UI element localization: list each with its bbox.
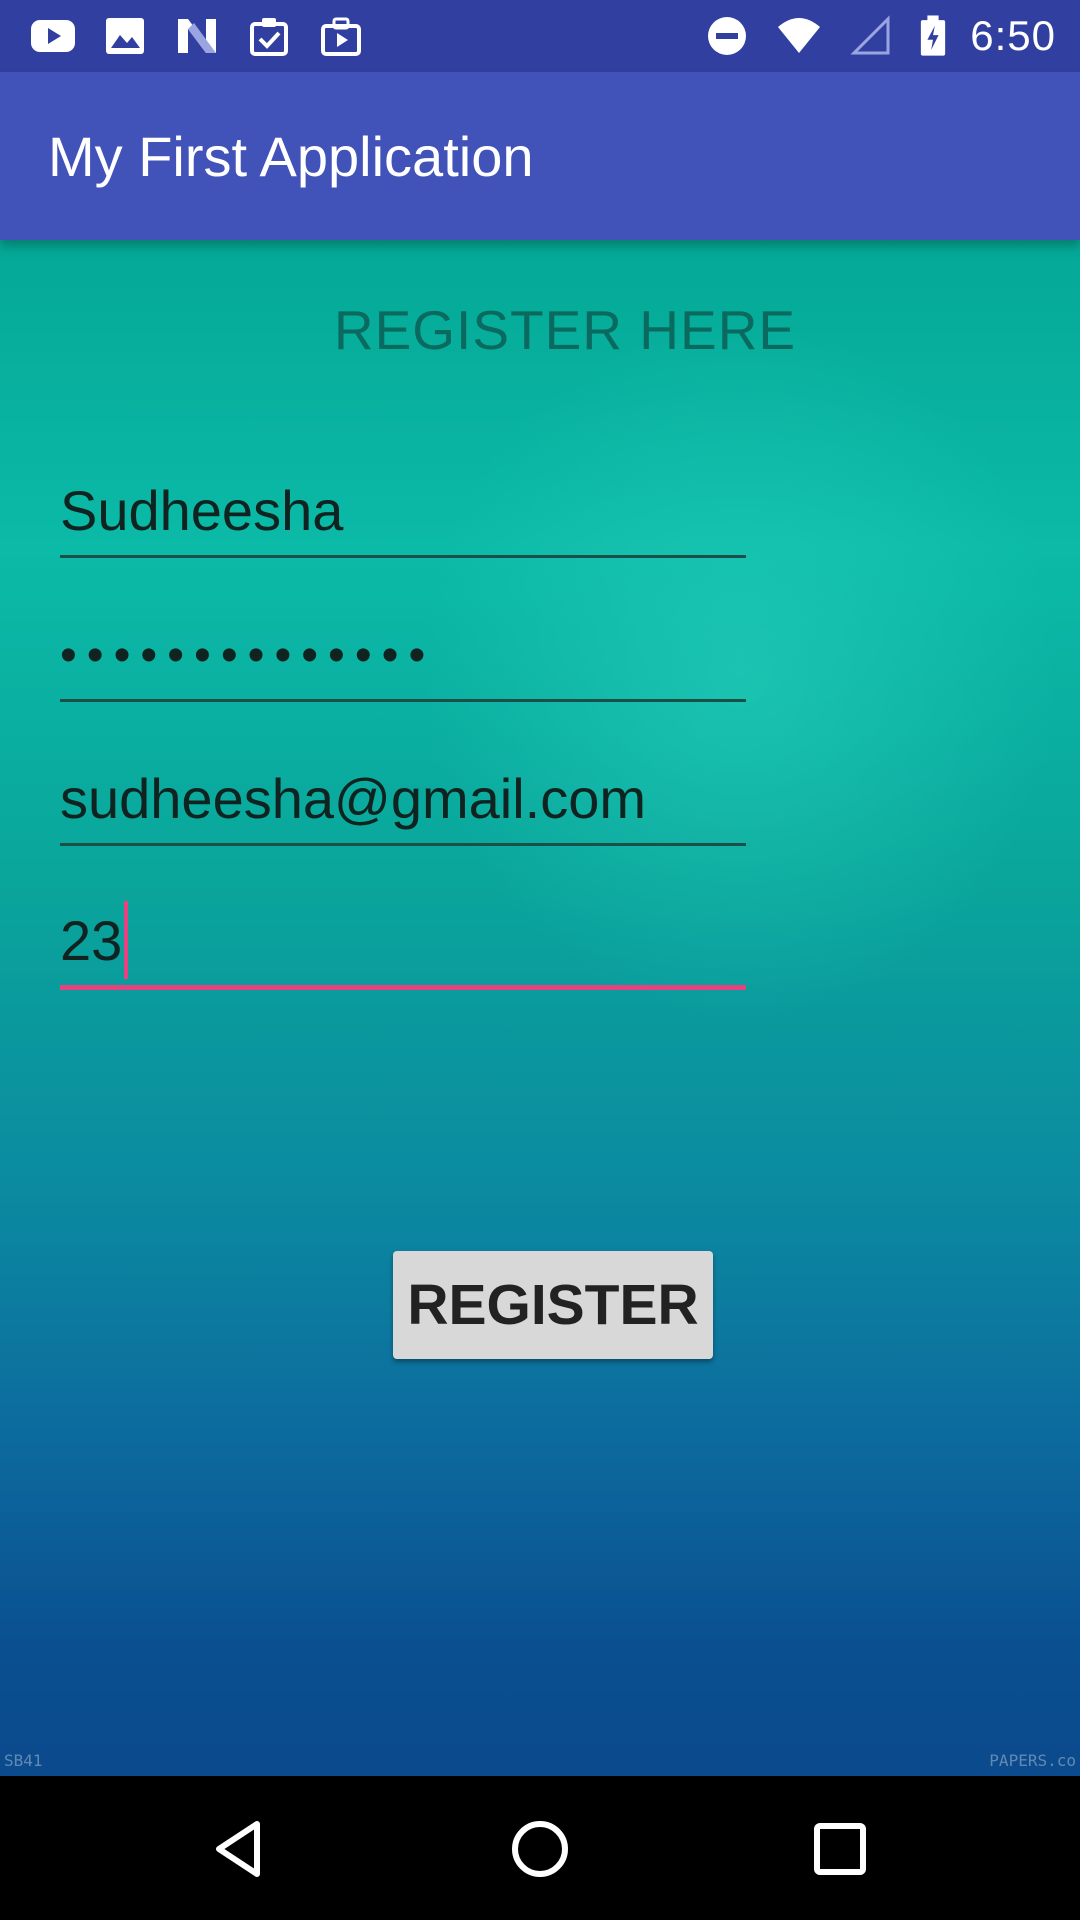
status-time: 6:50	[970, 12, 1056, 59]
register-screen: REGISTER HERE Sudheesha •••••••••••••• s…	[0, 240, 1080, 1776]
battery-charging-icon	[918, 14, 948, 58]
back-icon[interactable]	[205, 1814, 275, 1884]
username-field[interactable]: Sudheesha	[60, 468, 746, 558]
watermark-right: PAPERS.co	[989, 1751, 1076, 1770]
email-value: sudheesha@gmail.com	[60, 767, 647, 830]
password-value: ••••••••••••••	[60, 629, 436, 682]
recents-icon[interactable]	[805, 1814, 875, 1884]
n-logo-icon	[172, 14, 222, 58]
notification-icons	[28, 14, 366, 58]
app-title: My First Application	[48, 125, 534, 188]
app-bar: My First Application	[0, 72, 1080, 240]
youtube-icon	[28, 14, 78, 58]
wifi-icon	[774, 14, 824, 58]
navigation-bar	[0, 1776, 1080, 1920]
system-icons: 6:50	[702, 10, 1056, 62]
age-field[interactable]: 23	[60, 900, 746, 990]
home-icon[interactable]	[505, 1814, 575, 1884]
watermark-left: SB41	[4, 1751, 43, 1770]
cell-signal-icon	[846, 14, 896, 58]
register-heading: REGISTER HERE	[333, 299, 797, 361]
briefcase-play-icon	[316, 14, 366, 58]
image-icon	[100, 14, 150, 58]
email-field[interactable]: sudheesha@gmail.com	[60, 756, 746, 846]
do-not-disturb-icon	[702, 14, 752, 58]
text-caret	[124, 901, 129, 979]
status-bar: 6:50	[0, 0, 1080, 72]
age-value-wrap: 23	[60, 895, 129, 979]
age-value: 23	[60, 909, 123, 972]
username-value: Sudheesha	[60, 479, 344, 542]
register-button[interactable]: REGISTER	[393, 1251, 713, 1359]
password-field[interactable]: ••••••••••••••	[60, 612, 746, 702]
clipboard-check-icon	[244, 14, 294, 58]
